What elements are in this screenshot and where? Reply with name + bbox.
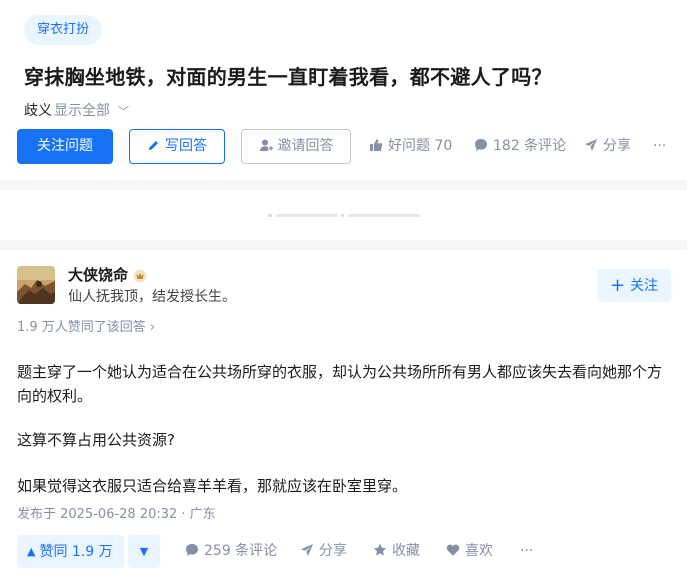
answer-card: 大侠饶命 仙人抚我顶，结发授长生。 + 关注 1.9 万人赞同了该回答 › 题主穿了…	[0, 250, 687, 583]
like-label: 喜欢	[465, 543, 493, 559]
answer-comments-button[interactable]: 259 条评论	[185, 535, 277, 568]
plus-icon: +	[609, 275, 626, 296]
comment-bubble-icon	[475, 139, 487, 151]
question-comments-button[interactable]: 182 条评论	[474, 129, 566, 164]
paper-plane-icon	[585, 139, 597, 151]
chevron-down-icon[interactable]: ﹀	[118, 102, 129, 122]
collect-button[interactable]: 收藏	[373, 535, 420, 568]
like-button[interactable]: 喜欢	[446, 535, 493, 568]
invite-answer-label: 邀请回答	[277, 138, 334, 154]
invite-user-icon	[259, 139, 273, 151]
loading-bar-segment	[276, 214, 338, 217]
question-excerpt-text: 歧义	[24, 103, 52, 119]
star-icon	[373, 543, 387, 556]
thumbs-up-icon	[370, 139, 383, 151]
loading-placeholder	[0, 190, 687, 240]
follow-question-button[interactable]: 关注问题	[17, 129, 113, 164]
comment-bubble-icon	[186, 544, 198, 556]
upvote-summary[interactable]: 1.9 万人赞同了该回答 ›	[17, 319, 155, 337]
share-question-label: 分享	[603, 138, 631, 154]
upvote-button[interactable]: ▲ 赞同 1.9 万	[17, 535, 124, 568]
triangle-down-icon: ▼	[139, 545, 149, 558]
more-options-button[interactable]: ···	[653, 129, 666, 164]
question-excerpt: 歧义 显示全部 ﹀	[24, 101, 129, 122]
write-answer-button[interactable]: 写回答	[129, 129, 225, 164]
pencil-icon	[148, 141, 158, 151]
show-all-link[interactable]: 显示全部	[54, 103, 110, 119]
share-answer-label: 分享	[319, 543, 347, 559]
upvote-summary-text: 1.9 万人赞同了该回答	[17, 320, 146, 335]
avatar[interactable]	[17, 266, 55, 304]
downvote-button[interactable]: ▼	[128, 535, 160, 568]
good-question-button[interactable]: 好问题 70	[369, 129, 452, 164]
author-bio: 仙人抚我顶，结发授长生。	[68, 289, 236, 305]
answer-more-button[interactable]: ···	[520, 535, 533, 568]
loading-bar-segment	[341, 214, 344, 217]
good-question-label: 好问题 70	[388, 138, 453, 154]
loading-bar-segment	[268, 214, 272, 217]
upvote-label: 赞同 1.9 万	[39, 544, 113, 560]
share-question-button[interactable]: 分享	[584, 129, 631, 164]
author-badge-icon	[133, 268, 147, 283]
answer-paragraph: 题主穿了一个她认为适合在公共场所穿的衣服，却认为公共场所所有男人都应该失去看向她…	[17, 363, 663, 405]
question-header: 穿衣打扮 穿抹胸坐地铁，对面的男生一直盯着我看，都不避人了吗？ 歧义 显示全部 ﹀ …	[0, 0, 687, 180]
loading-bar-segment	[348, 214, 420, 217]
answer-paragraph: 如果觉得这衣服只适合给喜羊羊看，那就应该在卧室里穿。	[17, 477, 408, 495]
topic-tag[interactable]: 穿衣打扮	[24, 15, 103, 45]
answer-comments-label: 259 条评论	[204, 543, 278, 559]
chevron-right-icon: ›	[149, 320, 156, 335]
answer-paragraph: 这算不算占用公共资源?	[17, 431, 175, 449]
follow-author-button[interactable]: + 关注	[597, 269, 671, 302]
write-answer-label: 写回答	[165, 138, 207, 154]
paper-plane-icon	[301, 544, 313, 556]
heart-icon	[446, 544, 460, 556]
question-title: 穿抹胸坐地铁，对面的男生一直盯着我看，都不避人了吗？	[24, 65, 552, 89]
question-comments-label: 182 条评论	[493, 138, 567, 154]
share-answer-button[interactable]: 分享	[300, 535, 347, 568]
collect-label: 收藏	[392, 543, 420, 559]
invite-answer-button[interactable]: 邀请回答	[241, 129, 351, 164]
author-name[interactable]: 大侠饶命	[68, 265, 128, 285]
follow-author-label: 关注	[630, 278, 659, 294]
question-action-bar: 关注问题 写回答 邀请回答 好问题 70 182 条评论 分享 ···	[17, 129, 677, 165]
triangle-up-icon: ▲	[27, 545, 36, 558]
publish-time[interactable]: 发布于 2025-06-28 20:32 · 广东	[17, 505, 216, 525]
